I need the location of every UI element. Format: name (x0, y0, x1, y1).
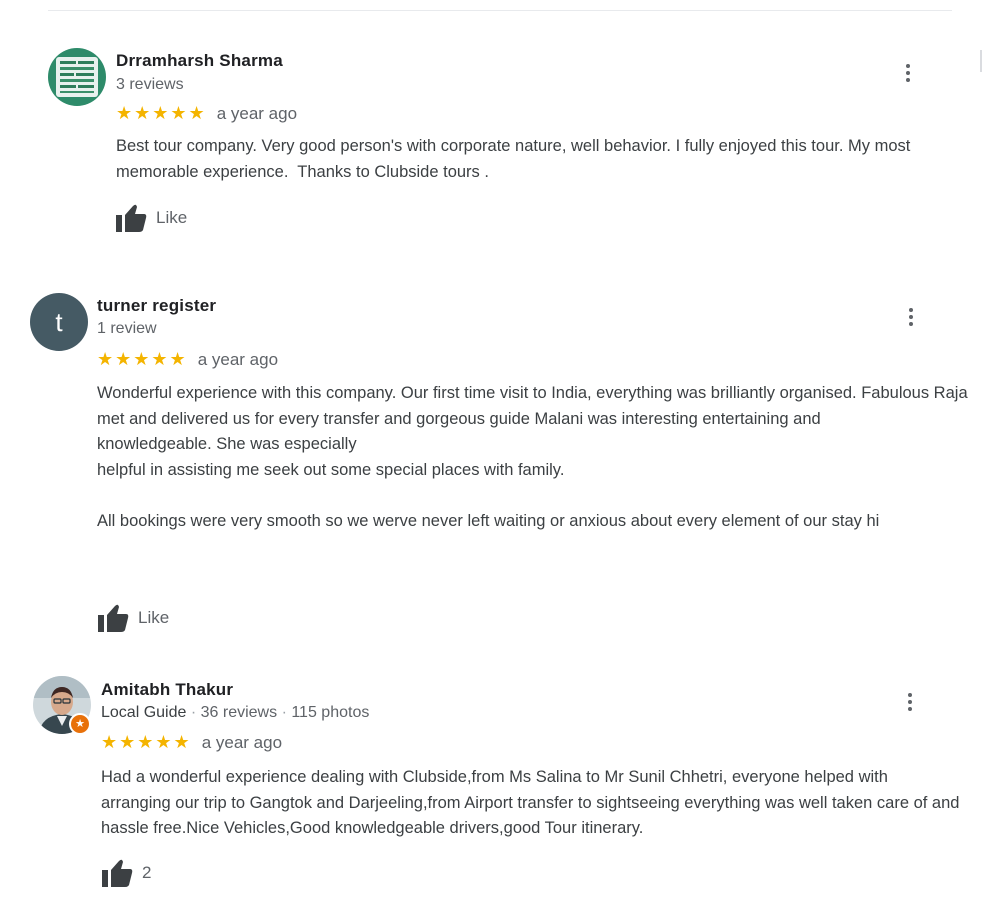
thumbs-up-icon (102, 859, 133, 887)
reviewer-review-count[interactable]: 3 reviews (116, 76, 184, 94)
avatar-letter: t (55, 306, 63, 337)
more-vert-icon-dot (908, 707, 912, 711)
review-paragraph: Best tour company. Very good person's wi… (116, 137, 915, 181)
review-paragraph (97, 483, 969, 509)
review-paragraph: Wonderful experience with this company. … (97, 384, 973, 428)
reviewer-avatar[interactable] (48, 48, 106, 106)
like-button[interactable]: Like (114, 203, 187, 233)
reviewer-name[interactable]: Drramharsh Sharma (116, 51, 283, 71)
review-text: Had a wonderful experience dealing with … (101, 765, 961, 842)
review-text: Wonderful experience with this company. … (97, 381, 969, 534)
local-guide-badge-icon: ★ (69, 713, 91, 735)
reviewer-name[interactable]: Amitabh Thakur (101, 680, 233, 700)
more-vert-icon-dot (906, 64, 910, 68)
star-rating: ★★★★★ (116, 103, 207, 123)
like-label: Like (138, 608, 170, 627)
star-rating: ★★★★★ (97, 349, 188, 369)
more-vert-icon-dot (909, 322, 913, 326)
thumbs-up-icon (98, 604, 129, 632)
reviewer-name[interactable]: turner register (97, 296, 216, 316)
more-vert-icon-dot (906, 71, 910, 75)
review-paragraph: Had a wonderful experience dealing with … (101, 768, 965, 837)
like-count: 2 (142, 863, 152, 882)
review-text: Best tour company. Very good person's wi… (116, 134, 961, 185)
star-rating: ★★★★★ (101, 732, 192, 752)
like-label: Like (156, 208, 188, 227)
review-paragraph: knowledgeable. She was especially (97, 435, 357, 453)
reviewer-review-count[interactable]: 1 review (97, 320, 157, 338)
more-vert-icon-dot (908, 700, 912, 704)
meta-separator: · (281, 704, 287, 721)
more-vert-icon-dot (909, 315, 913, 319)
top-divider (48, 10, 952, 11)
reviewer-avatar[interactable]: t (30, 293, 88, 351)
review-rating: ★★★★★ a year ago (97, 349, 278, 370)
more-vert-icon-dot (906, 78, 910, 82)
local-guide-label: Local Guide (101, 704, 187, 721)
review-date: a year ago (197, 349, 279, 369)
meta-separator: · (190, 704, 197, 721)
review-date: a year ago (216, 103, 298, 123)
review-paragraph: All bookings were very smooth so we werv… (97, 511, 880, 530)
review-rating: ★★★★★ a year ago (101, 732, 282, 753)
reviewer-photo-count: 115 photos (291, 704, 370, 721)
review-rating: ★★★★★ a year ago (116, 103, 297, 124)
more-options-button[interactable] (896, 59, 920, 87)
more-options-button[interactable] (898, 688, 922, 716)
more-options-button[interactable] (899, 303, 923, 331)
thumbs-up-icon (116, 204, 147, 232)
reviewer-meta[interactable]: Local Guide · 36 reviews · 115 photos (101, 704, 369, 722)
reviewer-review-count: 36 reviews (200, 704, 278, 721)
more-vert-icon-dot (908, 693, 912, 697)
review-paragraph: helpful in assisting me seek out some sp… (97, 460, 565, 479)
like-button[interactable]: Like (96, 603, 169, 633)
more-vert-icon-dot (909, 308, 913, 312)
like-button[interactable]: 2 (100, 858, 151, 888)
review-date: a year ago (201, 732, 283, 752)
scrollbar[interactable] (980, 50, 982, 72)
